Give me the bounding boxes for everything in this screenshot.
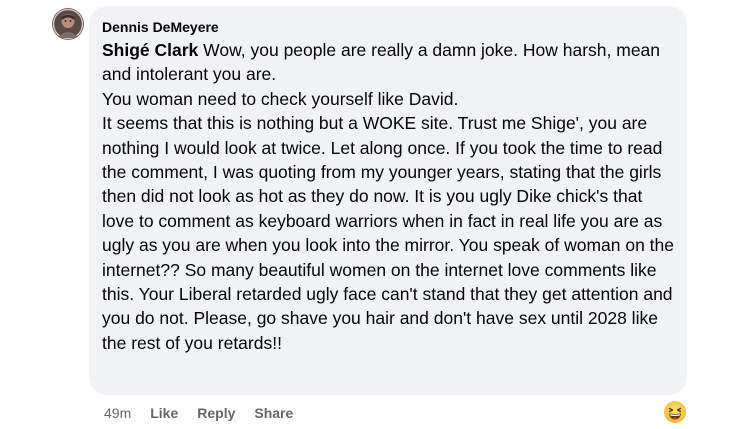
share-button[interactable]: Share (254, 405, 293, 421)
mention-tag[interactable]: Shigé Clark (102, 40, 198, 60)
avatar[interactable] (52, 8, 84, 40)
comment-bubble: Dennis DeMeyere Shigé Clark Wow, you peo… (89, 6, 687, 395)
like-button[interactable]: Like (150, 405, 178, 421)
comment-line: It seems that this is nothing but a WOKE… (102, 113, 675, 353)
grinning-squinting-face-emoji-icon[interactable] (663, 400, 687, 424)
comment-actions: 49m Like Reply Share (104, 403, 312, 423)
comment-text: Shigé Clark Wow, you people are really a… (102, 38, 675, 355)
emoji-icon (664, 401, 686, 423)
avatar-photo (52, 8, 84, 40)
comment-paragraph: Shigé Clark Wow, you people are really a… (102, 38, 675, 87)
comment-line: You woman need to check yourself like Da… (102, 88, 459, 109)
reply-button[interactable]: Reply (197, 405, 235, 421)
comment-timestamp[interactable]: 49m (104, 405, 131, 421)
comment-author[interactable]: Dennis DeMeyere (102, 18, 675, 36)
